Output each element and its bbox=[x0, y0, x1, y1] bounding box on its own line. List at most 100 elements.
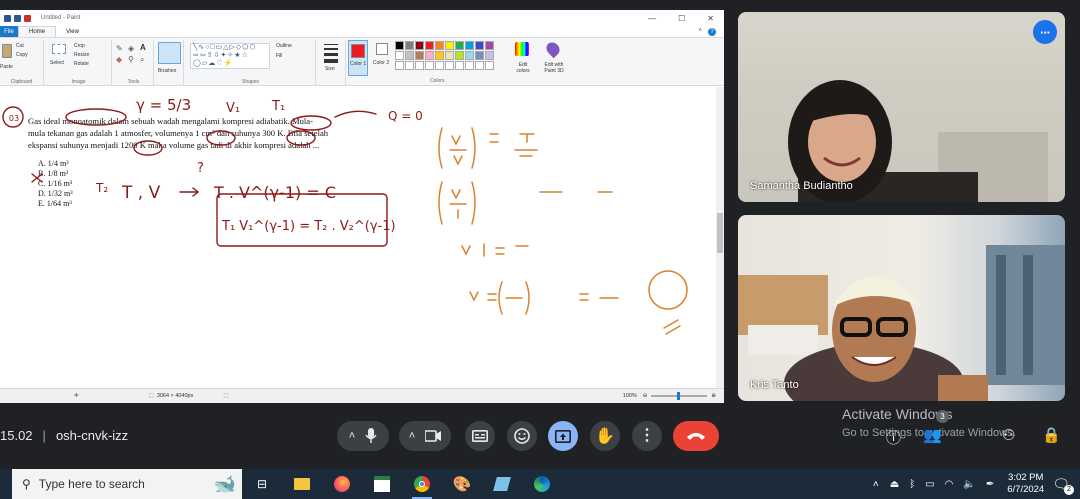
camera-button[interactable]: ˄ bbox=[399, 421, 451, 451]
canvas-vertical-scrollbar[interactable] bbox=[716, 87, 724, 388]
palette-swatch[interactable] bbox=[485, 41, 494, 50]
palette-swatch[interactable] bbox=[465, 61, 474, 70]
activities-icon[interactable]: ⚇ bbox=[1002, 426, 1015, 444]
tab-view[interactable]: View bbox=[56, 29, 89, 35]
palette-swatch[interactable] bbox=[445, 41, 454, 50]
host-controls-icon[interactable]: 🔒 bbox=[1042, 426, 1061, 444]
palette-swatch[interactable] bbox=[455, 51, 464, 60]
paste-icon[interactable] bbox=[2, 44, 12, 58]
undo-icon[interactable] bbox=[14, 14, 21, 22]
zoom-slider[interactable] bbox=[651, 392, 708, 400]
minimize-icon[interactable]: — bbox=[648, 14, 656, 23]
palette-swatch[interactable] bbox=[395, 51, 404, 60]
zoom-in-icon[interactable]: ⊕ bbox=[711, 393, 716, 399]
maximize-icon[interactable]: ☐ bbox=[678, 14, 685, 23]
captions-button[interactable] bbox=[465, 421, 495, 451]
magnifier-icon[interactable]: ⌕ bbox=[140, 55, 144, 65]
palette-swatch[interactable] bbox=[395, 41, 404, 50]
brush-icon[interactable] bbox=[158, 42, 181, 64]
text-tool-icon[interactable]: A bbox=[140, 43, 146, 52]
file-explorer-icon[interactable] bbox=[282, 469, 322, 499]
fill-icon[interactable]: ◈ bbox=[128, 44, 134, 53]
palette-swatch[interactable] bbox=[395, 61, 404, 70]
palette-swatch[interactable] bbox=[435, 61, 444, 70]
chevron-up-icon[interactable]: ˄ bbox=[698, 28, 702, 36]
edge-icon[interactable] bbox=[522, 469, 562, 499]
color2-button[interactable]: Color 2 bbox=[372, 40, 392, 76]
brushes-button[interactable]: Brushes bbox=[158, 68, 176, 74]
color-picker-icon[interactable]: ⚲ bbox=[128, 55, 134, 64]
raise-hand-button[interactable]: ✋ bbox=[590, 421, 620, 451]
palette-swatch[interactable] bbox=[435, 51, 444, 60]
size-lines-icon[interactable] bbox=[324, 44, 338, 63]
tab-file[interactable]: File bbox=[0, 26, 18, 37]
chevron-up-icon[interactable]: ˄ bbox=[349, 430, 355, 442]
edit-paint3d-button[interactable]: Edit with Paint 3D bbox=[538, 39, 568, 80]
present-screen-button[interactable] bbox=[548, 421, 578, 451]
palette-swatch[interactable] bbox=[415, 41, 424, 50]
palette-swatch[interactable] bbox=[455, 61, 464, 70]
palette-swatch[interactable] bbox=[405, 61, 414, 70]
palette-swatch[interactable] bbox=[415, 61, 424, 70]
resize-button[interactable]: Resize bbox=[74, 52, 89, 58]
palette-swatch[interactable] bbox=[475, 61, 484, 70]
paint-app-icon[interactable]: 🎨 bbox=[442, 469, 482, 499]
battery-icon[interactable]: ▭ bbox=[925, 479, 934, 490]
pencil-icon[interactable]: ✎ bbox=[116, 44, 123, 53]
more-options-icon[interactable]: ··· bbox=[1033, 20, 1057, 44]
palette-swatch[interactable] bbox=[425, 51, 434, 60]
zoom-slider-thumb[interactable] bbox=[677, 392, 681, 400]
firefox-icon[interactable] bbox=[322, 469, 362, 499]
palette-swatch[interactable] bbox=[405, 51, 414, 60]
scrollbar-thumb[interactable] bbox=[717, 213, 723, 253]
palette-swatch[interactable] bbox=[475, 51, 484, 60]
palette-swatch[interactable] bbox=[465, 51, 474, 60]
palette-swatch[interactable] bbox=[405, 41, 414, 50]
cut-button[interactable]: Cut bbox=[16, 43, 24, 49]
outline-dropdown[interactable]: Outline bbox=[276, 43, 292, 49]
size-button[interactable]: Size bbox=[325, 66, 335, 72]
task-view-icon[interactable]: ⊟ bbox=[242, 469, 282, 499]
eraser-icon[interactable]: ◆ bbox=[116, 55, 122, 64]
participant-tile-2[interactable]: Kris Tanto bbox=[738, 215, 1065, 401]
help-icon[interactable]: ? bbox=[708, 27, 716, 36]
close-icon[interactable]: ✕ bbox=[707, 14, 714, 23]
select-icon[interactable] bbox=[52, 44, 66, 54]
notifications-button[interactable]: 🗨 2 bbox=[1052, 476, 1074, 495]
microphone-button[interactable]: ˄ bbox=[337, 421, 389, 451]
tab-home[interactable]: Home bbox=[18, 26, 57, 37]
redo-icon[interactable] bbox=[24, 14, 31, 22]
taskbar-clock[interactable]: 3:02 PM 6/7/2024 bbox=[1007, 472, 1044, 496]
info-icon[interactable]: ⓘ bbox=[886, 427, 901, 448]
chevron-up-icon[interactable]: ˄ bbox=[873, 479, 879, 490]
zoom-out-icon[interactable]: ⊖ bbox=[643, 393, 648, 399]
calendar-app-icon[interactable] bbox=[362, 469, 402, 499]
chrome-icon[interactable] bbox=[402, 469, 442, 499]
chevron-up-icon[interactable]: ˄ bbox=[409, 430, 415, 442]
notes-app-icon[interactable] bbox=[482, 469, 522, 499]
palette-swatch[interactable] bbox=[455, 41, 464, 50]
palette-swatch[interactable] bbox=[485, 61, 494, 70]
paint-canvas[interactable]: Gas ideal monoatomik dalam sebuah wadah … bbox=[0, 87, 716, 388]
usb-device-icon[interactable]: ⏏ bbox=[890, 479, 899, 490]
crop-button[interactable]: Crop bbox=[74, 43, 85, 49]
palette-swatch[interactable] bbox=[425, 61, 434, 70]
emoji-button[interactable] bbox=[507, 421, 537, 451]
edit-colors-button[interactable]: Edit colors bbox=[510, 40, 534, 80]
palette-swatch[interactable] bbox=[415, 51, 424, 60]
color1-button[interactable]: Color 1 bbox=[348, 40, 368, 76]
copy-button[interactable]: Copy bbox=[16, 52, 28, 58]
fill-dropdown[interactable]: Fill bbox=[276, 53, 282, 59]
palette-swatch[interactable] bbox=[485, 51, 494, 60]
palette-swatch[interactable] bbox=[435, 41, 444, 50]
leave-call-button[interactable] bbox=[673, 421, 719, 451]
save-icon[interactable] bbox=[4, 14, 11, 22]
taskbar-search-box[interactable]: ⚲ Type here to search 🐋 bbox=[12, 469, 242, 499]
pen-icon[interactable]: ✒ bbox=[986, 479, 994, 490]
palette-swatch[interactable] bbox=[445, 51, 454, 60]
palette-swatch[interactable] bbox=[475, 41, 484, 50]
rotate-button[interactable]: Rotate bbox=[74, 61, 89, 67]
wifi-icon[interactable]: ◠ bbox=[945, 479, 954, 490]
shapes-gallery[interactable]: ╲∿○□▭△▷◇⬠⬡ ⇨⇦⇧⇩✦✧★☆ ◯▱☁♡⚡ bbox=[190, 43, 270, 69]
participant-tile-1[interactable]: ··· Samantha Budiantho bbox=[738, 12, 1065, 202]
